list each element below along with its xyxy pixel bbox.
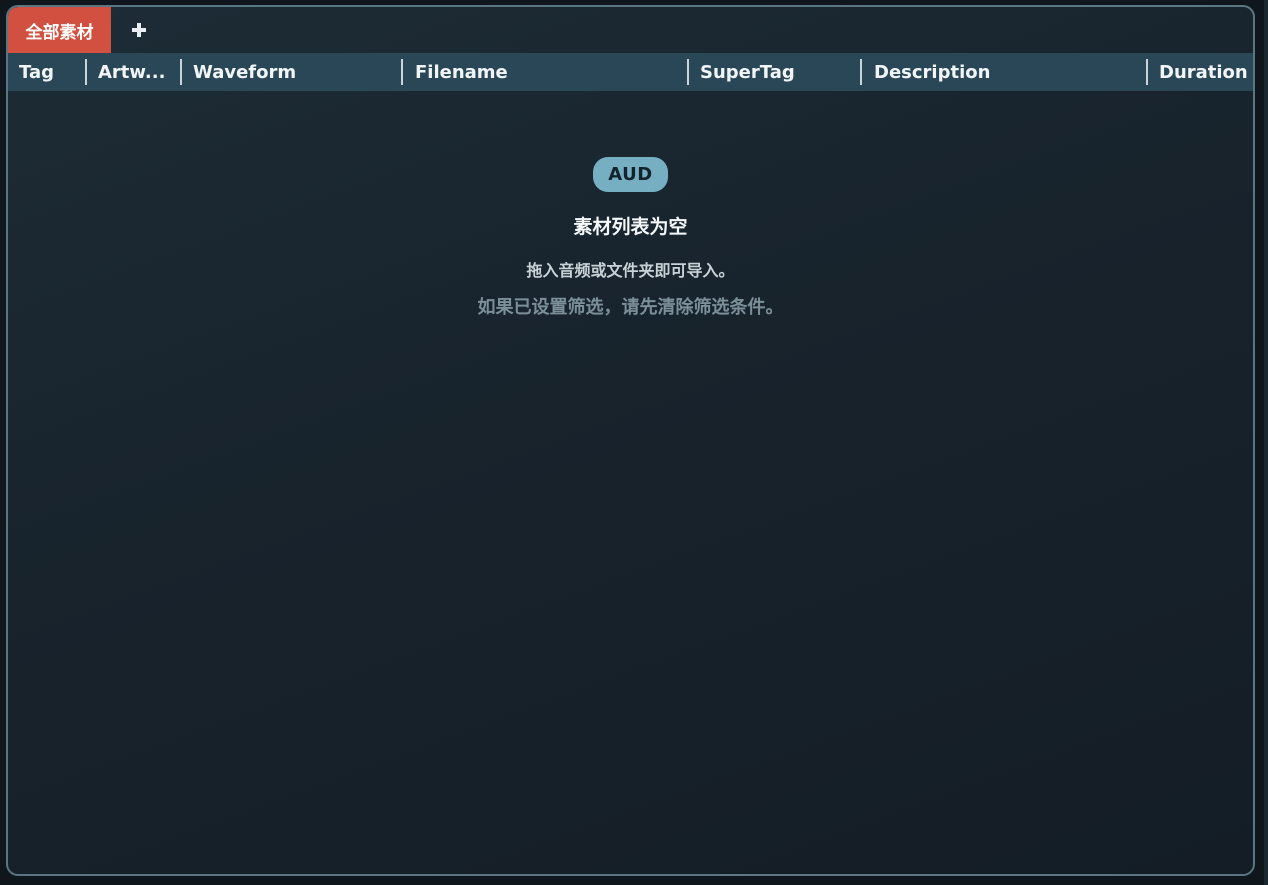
column-header-filename-label: Filename [415, 61, 508, 83]
column-resize-handle[interactable] [687, 59, 689, 85]
column-resize-handle[interactable] [180, 59, 182, 85]
column-header-tag-label: Tag [19, 61, 54, 83]
column-header-duration[interactable]: Duration [1159, 53, 1253, 91]
column-header-row: Tag Artw... Waveform Filename SuperTag D… [8, 53, 1253, 91]
empty-state-title: 素材列表为空 [573, 216, 688, 238]
plus-icon [132, 23, 146, 37]
column-header-description-label: Description [874, 61, 991, 83]
empty-state-filter-hint: 如果已设置筛选，请先清除筛选条件。 [477, 297, 784, 318]
column-header-waveform[interactable]: Waveform [193, 53, 401, 91]
column-resize-handle[interactable] [401, 59, 403, 85]
add-tab-button[interactable] [126, 17, 152, 43]
column-header-artwork[interactable]: Artw... [98, 53, 180, 91]
audio-badge: AUD [593, 157, 668, 192]
window-edge [1264, 0, 1268, 885]
column-header-artwork-label: Artw... [98, 61, 166, 83]
column-header-filename[interactable]: Filename [415, 53, 687, 91]
asset-list-panel: 全部素材 Tag Artw... Waveform Filename Super… [6, 5, 1255, 876]
empty-state-hint: 拖入音频或文件夹即可导入。 [526, 261, 735, 280]
column-header-waveform-label: Waveform [193, 61, 297, 83]
empty-state: AUD 素材列表为空 拖入音频或文件夹即可导入。 如果已设置筛选，请先清除筛选条… [8, 157, 1253, 319]
column-header-supertag-label: SuperTag [700, 61, 795, 83]
column-header-tag[interactable]: Tag [19, 53, 85, 91]
tab-bar: 全部素材 [8, 7, 1253, 53]
tab-all-assets-label: 全部素材 [25, 22, 94, 43]
column-header-supertag[interactable]: SuperTag [700, 53, 860, 91]
column-resize-handle[interactable] [860, 59, 862, 85]
column-resize-handle[interactable] [85, 59, 87, 85]
column-header-description[interactable]: Description [874, 53, 1146, 91]
tab-all-assets[interactable]: 全部素材 [8, 7, 111, 53]
column-resize-handle[interactable] [1146, 59, 1148, 85]
column-header-duration-label: Duration [1159, 61, 1248, 83]
